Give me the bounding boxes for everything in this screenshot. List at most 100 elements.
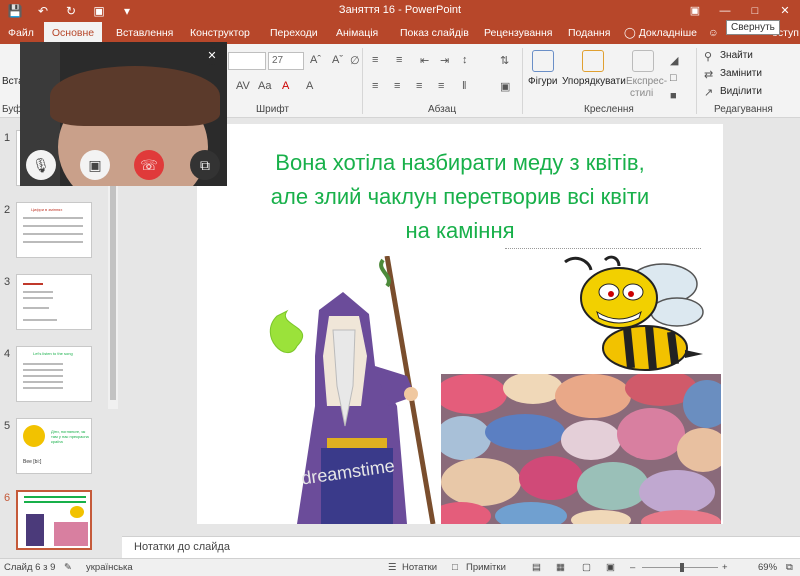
comments-icon: □ (452, 562, 458, 573)
tab-transitions[interactable]: Переходи (266, 22, 322, 44)
thumb-text-line (23, 375, 63, 377)
microphone-icon[interactable]: 🎙 (26, 150, 56, 180)
clear-format-icon[interactable]: ∅ (350, 54, 360, 67)
tab-review[interactable]: Рецензування (480, 22, 556, 44)
grow-font-icon[interactable]: Aˆ (310, 54, 321, 66)
tab-animation[interactable]: Анімація (332, 22, 382, 44)
char-spacing-icon[interactable]: AV (236, 80, 250, 92)
comments-toggle[interactable]: Примітки (466, 562, 506, 573)
drawing-group-label: Креслення (584, 104, 634, 115)
slide-sorter-icon[interactable]: ▦ (556, 562, 565, 573)
wizard-image[interactable] (257, 256, 457, 524)
close-icon[interactable]: ✕ (203, 47, 221, 65)
slideshow-view-icon[interactable]: ▣ (606, 562, 615, 573)
thumbnail-slide-3[interactable] (16, 274, 92, 330)
stones-image[interactable] (441, 374, 721, 524)
ribbon-options-icon[interactable]: ▣ (680, 0, 710, 22)
zoom-slider-thumb[interactable] (680, 563, 684, 572)
text-direction-icon[interactable]: ⇅ (500, 54, 509, 67)
shrink-font-icon[interactable]: Aˇ (332, 54, 343, 66)
quick-styles-label-1[interactable]: Експрес- (626, 76, 667, 87)
thumb-wizard (26, 514, 44, 546)
select-button[interactable]: Виділити (720, 86, 762, 97)
decrease-indent-icon[interactable]: ⇤ (420, 54, 429, 67)
increase-indent-icon[interactable]: ⇥ (440, 54, 449, 67)
fit-to-window-icon[interactable]: ⧉ (786, 562, 793, 573)
change-case-icon[interactable]: Aa (258, 80, 271, 92)
shapes-button[interactable]: Фігури (528, 76, 558, 87)
smartart-icon[interactable]: ▣ (500, 80, 510, 93)
arrange-icon[interactable] (582, 50, 604, 72)
font-group-label: Шрифт (256, 104, 289, 115)
thumb-bee (70, 506, 84, 518)
numbering-icon[interactable]: ≡ (396, 54, 402, 66)
font-size-combo[interactable]: 27 (268, 52, 304, 70)
user-icon[interactable]: ☺ (708, 22, 719, 44)
quick-styles-icon[interactable] (632, 50, 654, 72)
thumb-text-line (24, 496, 86, 498)
find-button[interactable]: Знайти (720, 50, 753, 61)
thumb-text-line (23, 217, 83, 219)
thumb-text-line (23, 387, 63, 389)
shape-fill-icon[interactable]: ◢ (670, 54, 678, 67)
thumb-text-line (23, 363, 63, 365)
tell-me-box[interactable]: ◯ Докладніше (624, 22, 697, 44)
notes-pane[interactable]: Нотатки до слайда (122, 536, 800, 558)
align-left-icon[interactable]: ≡ (372, 80, 378, 92)
line-spacing-icon[interactable]: ↕ (462, 54, 468, 66)
tab-home[interactable]: Основне (44, 22, 102, 44)
tab-insert[interactable]: Вставлення (112, 22, 177, 44)
minimize-icon[interactable]: — (710, 0, 740, 22)
tab-design[interactable]: Конструктор (186, 22, 254, 44)
close-icon[interactable]: ✕ (770, 0, 800, 22)
ribbon-separator (696, 48, 697, 114)
thumb-number: 2 (4, 204, 11, 216)
camera-icon[interactable]: ▣ (80, 150, 110, 180)
zoom-in-icon[interactable]: + (722, 562, 728, 573)
language-indicator[interactable]: українська (86, 562, 133, 573)
quick-styles-label-2[interactable]: стилі (630, 88, 653, 99)
switch-window-icon[interactable]: ⧉ (190, 150, 220, 180)
thumb-text-line (23, 381, 63, 383)
shape-outline-icon[interactable]: □ (670, 72, 677, 84)
font-name-combo[interactable] (228, 52, 266, 70)
thumb-slide-5-word: Bee [bi:] (23, 459, 42, 465)
thumbnail-slide-5[interactable]: Діти, погляньте, як там у нас прекрасна … (16, 418, 92, 474)
align-center-icon[interactable]: ≡ (394, 80, 400, 92)
font-color-icon[interactable]: A (282, 80, 289, 92)
columns-icon[interactable]: ‖ (462, 80, 467, 92)
highlight-icon[interactable]: A (306, 80, 313, 92)
tab-file[interactable]: Файл (4, 22, 38, 44)
spellcheck-icon[interactable]: ✎ (64, 562, 72, 573)
thumb-text-line (23, 307, 49, 309)
thumbnail-slide-4[interactable]: Let's listen to the song (16, 346, 92, 402)
thumb-number: 1 (4, 132, 11, 144)
notes-toggle[interactable]: Нотатки (402, 562, 437, 573)
bee-image[interactable] (545, 254, 705, 376)
shape-effects-icon[interactable]: ■ (670, 90, 677, 102)
zoom-out-icon[interactable]: – (630, 562, 635, 573)
thumbnail-slide-2[interactable]: Цифри в зміннях (16, 202, 92, 258)
hang-up-icon[interactable]: ☏ (134, 150, 164, 180)
thumb-slide-5-text: Діти, погляньте, як там у нас прекрасна … (51, 429, 89, 444)
slide-title[interactable]: Вона хотіла назбирати меду з квітів, але… (217, 146, 703, 248)
thumb-number: 4 (4, 348, 11, 360)
thumb-text-line (23, 233, 83, 235)
tab-slideshow[interactable]: Показ слайдів (396, 22, 473, 44)
zoom-level[interactable]: 69% (758, 562, 777, 573)
bullets-icon[interactable]: ≡ (372, 54, 378, 66)
reading-view-icon[interactable]: ▢ (582, 562, 591, 573)
video-call-window[interactable]: ✕ 🎙 ▣ ☏ ⧉ (20, 42, 227, 186)
arrange-button[interactable]: Упорядкувати (562, 76, 626, 87)
maximize-icon[interactable]: □ (740, 0, 770, 22)
normal-view-icon[interactable]: ▤ (532, 562, 541, 573)
shapes-icon[interactable] (532, 50, 554, 72)
align-right-icon[interactable]: ≡ (416, 80, 422, 92)
tab-view[interactable]: Подання (564, 22, 614, 44)
slide-counter[interactable]: Слайд 6 з 9 (4, 562, 55, 573)
justify-icon[interactable]: ≡ (438, 80, 444, 92)
current-slide[interactable]: Вона хотіла назбирати меду з квітів, але… (197, 124, 723, 524)
paragraph-group-label: Абзац (428, 104, 457, 115)
replace-button[interactable]: Замінити (720, 68, 762, 79)
thumbnail-slide-6[interactable] (16, 490, 92, 550)
